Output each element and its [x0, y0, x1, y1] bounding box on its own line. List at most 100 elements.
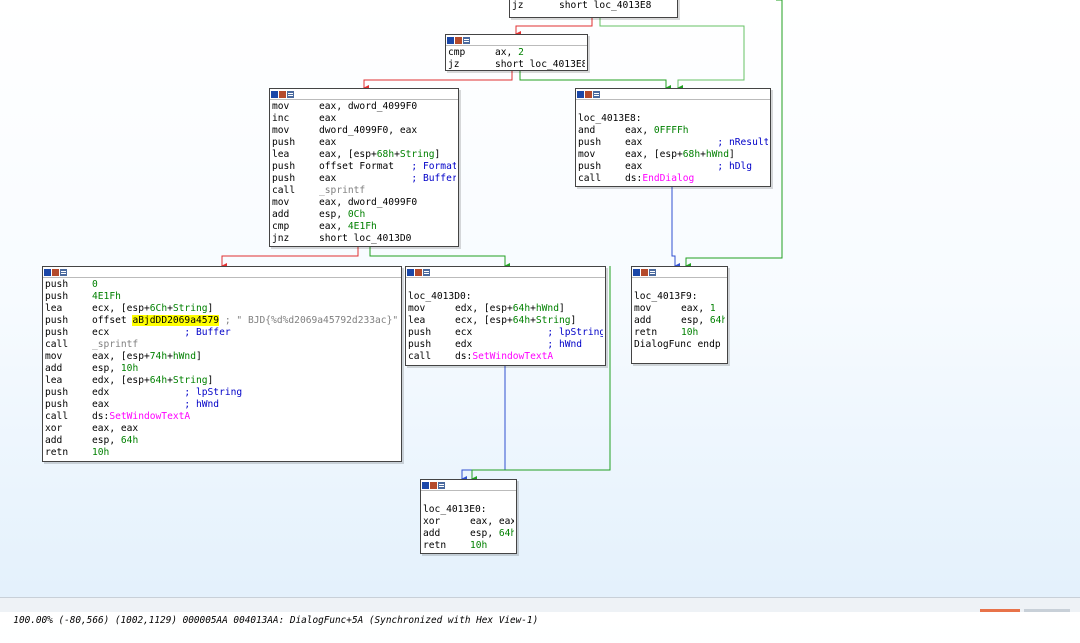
asm-line[interactable]: [408, 279, 603, 291]
graph-icon: [633, 268, 640, 276]
asm-mnemonic: mov: [45, 351, 63, 362]
asm-line[interactable]: mov eax, dword_4099F0: [272, 197, 456, 209]
asm-line[interactable]: call ds:SetWindowTextA: [45, 411, 399, 423]
asm-operand: eax: [625, 161, 712, 172]
block-header: [632, 267, 727, 278]
asm-line[interactable]: xor eax, eax: [423, 516, 514, 528]
asm-line[interactable]: mov edx, [esp+64h+hWnd]: [408, 303, 603, 315]
asm-line[interactable]: call ds:SetWindowTextA: [408, 351, 603, 363]
asm-line[interactable]: push ecx ; lpString: [408, 327, 603, 339]
asm-line[interactable]: lea eax, [esp+68h+String]: [272, 149, 456, 161]
asm-line[interactable]: mov eax, 1: [634, 303, 725, 315]
asm-line[interactable]: lea edx, [esp+64h+String]: [45, 375, 399, 387]
code-block-flag[interactable]: push 0 push 4E1Fh lea ecx, [esp+6Ch+String] pu…: [42, 266, 402, 462]
asm-operand: eax: [319, 173, 406, 184]
asm-line[interactable]: push ecx ; Buffer: [45, 327, 399, 339]
text-view-icon: [649, 268, 656, 276]
asm-operand: ; Buffer: [405, 173, 456, 184]
asm-mnemonic: retn: [45, 447, 69, 458]
asm-line[interactable]: mov eax, dword_4099F0: [272, 101, 456, 113]
asm-mnemonic: mov: [578, 149, 596, 160]
asm-line[interactable]: mov dword_4099F0, eax: [272, 125, 456, 137]
asm-line[interactable]: call ds:EndDialog: [578, 173, 768, 185]
asm-operand: SetWindowTextA: [472, 351, 554, 362]
asm-line[interactable]: loc_4013D0:: [408, 291, 603, 303]
asm-line[interactable]: jz short loc_4013E8: [448, 59, 585, 71]
asm-line[interactable]: add esp, 10h: [45, 363, 399, 375]
graph-view[interactable]: cmp ax, 2 jz short loc_4013E8 cmp ax, 2 jz sho…: [0, 0, 1080, 597]
asm-line[interactable]: push eax: [272, 137, 456, 149]
asm-line[interactable]: push eax ; hWnd: [45, 399, 399, 411]
code-block-loc-4013D0[interactable]: loc_4013D0: mov edx, [esp+64h+hWnd] lea ecx,…: [405, 266, 606, 366]
asm-line[interactable]: add esp, 64h: [423, 528, 514, 540]
asm-line[interactable]: mov eax, [esp+74h+hWnd]: [45, 351, 399, 363]
asm-operand: ecx, [esp+: [455, 315, 513, 326]
block-body: loc_4013D0: mov edx, [esp+64h+hWnd] lea ecx,…: [406, 278, 605, 365]
code-block-sprintf[interactable]: mov eax, dword_4099F0 inc eax mov dword_4099F…: [269, 88, 459, 247]
color-icon: [641, 268, 648, 276]
asm-operand: String: [399, 149, 435, 160]
asm-operand: ]: [207, 303, 214, 314]
asm-line[interactable]: loc_4013E0:: [423, 504, 514, 516]
asm-line[interactable]: cmp ax, 2: [448, 47, 585, 59]
code-block-top[interactable]: cmpax, 2jzshort loc_4013E8: [509, 0, 678, 18]
asm-line[interactable]: DialogFunc endp: [634, 339, 725, 351]
asm-line[interactable]: push eax ; Buffer: [272, 173, 456, 185]
code-block-cmp-ax[interactable]: cmp ax, 2 jz short loc_4013E8: [445, 34, 588, 71]
asm-line[interactable]: push offset Format ; Format: [272, 161, 456, 173]
asm-line[interactable]: mov eax, [esp+68h+hWnd]: [578, 149, 768, 161]
edge-true: [519, 71, 671, 91]
asm-line[interactable]: cmp eax, 4E1Fh: [272, 221, 456, 233]
asm-operand: ]: [728, 149, 735, 160]
asm-line[interactable]: push eax ; nResult: [578, 137, 768, 149]
asm-line[interactable]: loc_4013E8:: [578, 113, 768, 125]
edge-false: [515, 18, 593, 37]
asm-line[interactable]: xor eax, eax: [45, 423, 399, 435]
asm-operand: loc_4013E8:: [578, 113, 642, 124]
color-icon: [415, 268, 422, 276]
asm-operand: dword_4099F0, eax: [319, 125, 418, 136]
asm-operand: 0: [92, 279, 98, 290]
color-icon: [279, 90, 286, 98]
asm-mnemonic: push: [272, 161, 296, 172]
asm-line[interactable]: push 0: [45, 279, 399, 291]
text-view-icon: [423, 268, 430, 276]
asm-line[interactable]: retn 10h: [45, 447, 399, 459]
asm-operand: edx, [esp+: [92, 375, 150, 386]
asm-line[interactable]: add esp, 64h: [45, 435, 399, 447]
asm-operand: esp,: [92, 435, 121, 446]
asm-line[interactable]: loc_4013F9:: [634, 291, 725, 303]
asm-line[interactable]: push edx ; lpString: [45, 387, 399, 399]
asm-line[interactable]: and eax, 0FFFFh: [578, 125, 768, 137]
asm-line[interactable]: call _sprintf: [272, 185, 456, 197]
asm-mnemonic: push: [45, 327, 69, 338]
asm-line[interactable]: push offset aBjdDD2069a4579 ; " BJD{%d%d2…: [45, 315, 399, 327]
asm-mnemonic: add: [272, 209, 290, 220]
asm-line[interactable]: [634, 279, 725, 291]
asm-mnemonic: push: [272, 173, 296, 184]
asm-line[interactable]: push eax ; hDlg: [578, 161, 768, 173]
asm-line[interactable]: call _sprintf: [45, 339, 399, 351]
asm-line[interactable]: add esp, 0Ch: [272, 209, 456, 221]
asm-operand: eax, eax: [470, 516, 514, 527]
asm-line[interactable]: add esp, 64h: [634, 315, 725, 327]
asm-line[interactable]: retn 10h: [423, 540, 514, 552]
asm-line[interactable]: [423, 492, 514, 504]
asm-line[interactable]: push 4E1Fh: [45, 291, 399, 303]
code-block-loc-4013E8[interactable]: loc_4013E8: and eax, 0FFFFh push eax ; nResu…: [575, 88, 771, 187]
asm-line[interactable]: [578, 101, 768, 113]
asm-mnemonic: mov: [408, 303, 426, 314]
asm-line[interactable]: inc eax: [272, 113, 456, 125]
asm-line[interactable]: retn 10h: [634, 327, 725, 339]
code-block-loc-4013E0[interactable]: loc_4013E0: xor eax, eax add esp, 64h retn 10h: [420, 479, 517, 554]
asm-line[interactable]: push edx ; hWnd: [408, 339, 603, 351]
asm-line[interactable]: jz short loc_4013E8: [512, 0, 675, 12]
asm-mnemonic: lea: [272, 149, 290, 160]
asm-line[interactable]: lea ecx, [esp+64h+String]: [408, 315, 603, 327]
code-block-loc-4013F9[interactable]: loc_4013F9: mov eax, 1 add esp, 64h retn 10h Di…: [631, 266, 728, 364]
asm-line[interactable]: jnz short loc_4013D0: [272, 233, 456, 245]
asm-operand: ax,: [495, 47, 519, 58]
asm-operand: DialogFunc endp: [634, 339, 721, 350]
asm-line[interactable]: lea ecx, [esp+6Ch+String]: [45, 303, 399, 315]
asm-operand: esp,: [92, 363, 121, 374]
